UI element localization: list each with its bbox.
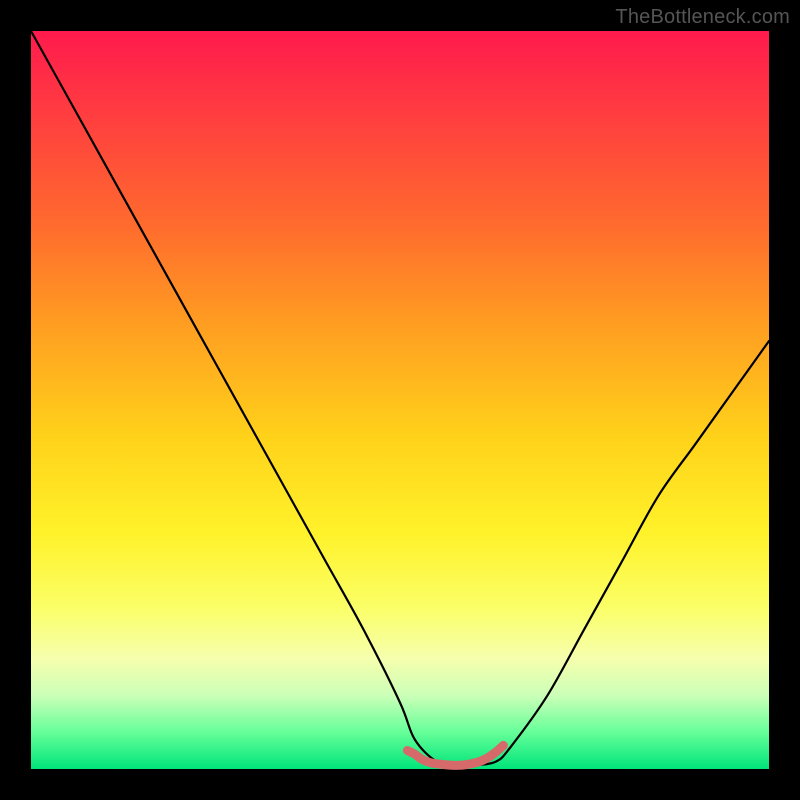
bottleneck-curve: [31, 31, 769, 766]
plot-area: [31, 31, 769, 769]
chart-frame: TheBottleneck.com: [0, 0, 800, 800]
chart-svg: [31, 31, 769, 769]
watermark-text: TheBottleneck.com: [615, 6, 790, 29]
